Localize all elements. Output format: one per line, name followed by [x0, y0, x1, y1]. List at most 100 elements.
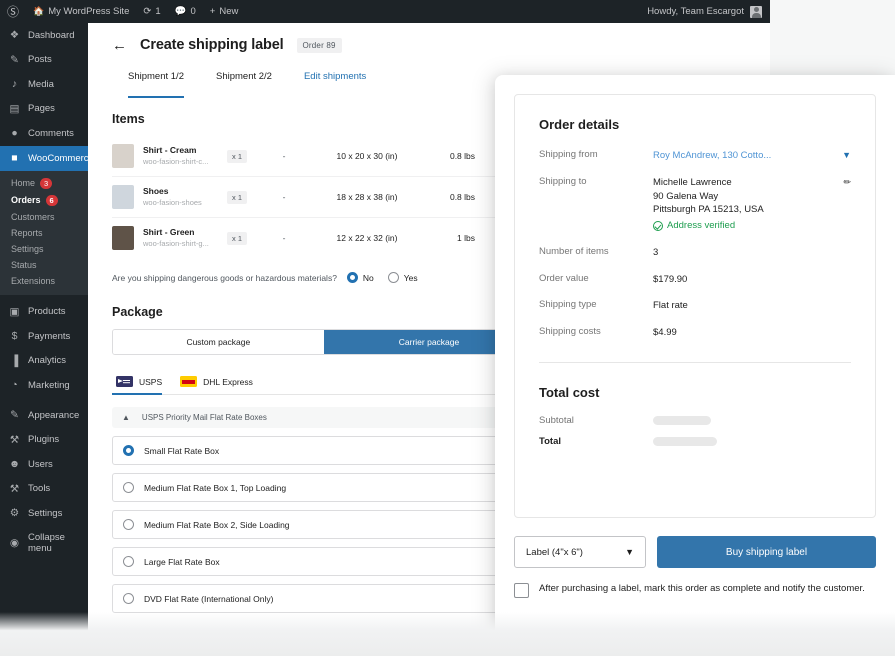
- buy-shipping-label-button[interactable]: Buy shipping label: [657, 536, 876, 568]
- carrier-tab-dhl-express[interactable]: DHL Express: [176, 371, 267, 394]
- comments-link[interactable]: 💬 0: [168, 0, 203, 23]
- submenu-badge: 3: [40, 178, 52, 189]
- sidebar-item-collapse-menu[interactable]: ◉Collapse menu: [0, 526, 88, 561]
- pencil-icon[interactable]: ✏: [835, 176, 851, 189]
- howdy-label: Howdy, Team Escargot: [647, 6, 744, 17]
- total-cost-row: Total: [539, 436, 851, 447]
- order-detail-label: Number of items: [539, 246, 653, 260]
- order-detail-value: $179.90: [653, 273, 851, 287]
- submenu-item-customers[interactable]: Customers: [0, 209, 88, 225]
- sidebar-item-media[interactable]: ♪Media: [0, 72, 88, 97]
- item-name-wrap: Shoeswoo-fasion-shoes: [143, 186, 225, 207]
- sidebar-item-analytics[interactable]: ▐ Analytics: [0, 349, 88, 374]
- submenu-item-extensions[interactable]: Extensions: [0, 273, 88, 289]
- box-name: Medium Flat Rate Box 2, Side Loading: [144, 520, 543, 530]
- radio-icon: [347, 272, 358, 283]
- sidebar-item-dashboard[interactable]: ❖Dashboard: [0, 23, 88, 48]
- mark-complete-checkbox[interactable]: [514, 583, 529, 598]
- sidebar-item-label: Settings: [28, 508, 62, 519]
- submenu-item-status[interactable]: Status: [0, 257, 88, 273]
- item-name: Shirt - Green: [143, 227, 225, 238]
- hazmat-option-yes[interactable]: Yes: [388, 272, 418, 283]
- sidebar-item-label: Comments: [28, 128, 74, 139]
- submenu-item-home[interactable]: Home3: [0, 175, 88, 192]
- page-title: Create shipping label: [140, 37, 284, 53]
- sidebar-item-plugins[interactable]: ⚒Plugins: [0, 428, 88, 453]
- box-radio-icon[interactable]: [123, 445, 134, 456]
- site-name-link[interactable]: 🏠 My WordPress Site: [26, 0, 136, 23]
- total-cost-label: Total: [539, 436, 653, 447]
- plus-icon: +: [210, 6, 216, 17]
- sidebar-item-payments[interactable]: $Payments: [0, 324, 88, 349]
- sidebar-item-pages[interactable]: ▤Pages: [0, 97, 88, 122]
- dashboard-icon: ❖: [8, 29, 21, 42]
- brush-icon: ✎: [8, 409, 21, 422]
- item-dash: -: [247, 151, 321, 161]
- box-name: Medium Flat Rate Box 1, Top Loading: [144, 483, 543, 493]
- shipment-tab-0[interactable]: Shipment 1/2: [112, 65, 200, 90]
- item-name: Shoes: [143, 186, 225, 197]
- submenu-badge: 6: [46, 195, 58, 206]
- wordpress-logo-button[interactable]: Ⓢ: [0, 0, 26, 23]
- plugin-icon: ⚒: [8, 434, 21, 447]
- hazmat-options[interactable]: No Yes: [347, 272, 418, 283]
- item-weight: 1 lbs: [413, 233, 475, 243]
- hazmat-question: Are you shipping dangerous goods or haza…: [112, 273, 337, 283]
- box-name: Small Flat Rate Box: [144, 446, 543, 456]
- total-cost-rows: SubtotalTotal: [539, 415, 851, 447]
- account-menu[interactable]: Howdy, Team Escargot: [647, 6, 770, 18]
- sidebar-item-label: Pages: [28, 103, 55, 114]
- hazmat-option-no[interactable]: No: [347, 272, 374, 283]
- shipping-from-value-wrap[interactable]: Roy McAndrew, 130 Cotto... ▼: [653, 149, 851, 163]
- item-dimensions: 12 x 22 x 32 (in): [321, 233, 413, 243]
- box-radio-icon[interactable]: [123, 593, 134, 604]
- submenu-item-label: Settings: [11, 244, 44, 254]
- sidebar-item-label: Collapse menu: [28, 532, 80, 555]
- order-detail-row: Shipping typeFlat rate: [539, 299, 851, 313]
- new-content-button[interactable]: + New: [203, 0, 246, 23]
- sidebar-item-appearance[interactable]: ✎ Appearance: [0, 403, 88, 428]
- sidebar-item-users[interactable]: ☻Users: [0, 452, 88, 477]
- item-name-wrap: Shirt - Greenwoo-fasion-shirt-g...: [143, 227, 225, 248]
- updates-count: 1: [155, 6, 160, 17]
- mark-complete-row: After purchasing a label, mark this orde…: [514, 583, 871, 598]
- label-format-select[interactable]: Label (4"x 6") ▼: [514, 536, 646, 568]
- sidebar-item-label: Posts: [28, 54, 52, 65]
- box-radio-icon[interactable]: [123, 556, 134, 567]
- back-arrow-icon[interactable]: ←: [112, 38, 127, 53]
- sidebar-item-comments[interactable]: ●Comments: [0, 121, 88, 146]
- pin-icon: ✎: [8, 54, 21, 67]
- order-detail-row: Number of items3: [539, 246, 851, 260]
- sidebar-item-tools[interactable]: ⚒Tools: [0, 477, 88, 502]
- sidebar-item-products[interactable]: ▣Products: [0, 300, 88, 325]
- submenu-item-settings[interactable]: Settings: [0, 241, 88, 257]
- chevron-down-icon: ▼: [625, 547, 634, 557]
- shipment-tab-1[interactable]: Shipment 2/2: [200, 65, 288, 90]
- modal-actions: Label (4"x 6") ▼ Buy shipping label: [514, 536, 876, 568]
- box-radio-icon[interactable]: [123, 519, 134, 530]
- admin-sidebar[interactable]: ❖Dashboard ✎ Posts ♪Media▤Pages●Comments■Wo…: [0, 23, 88, 633]
- order-details-panel: Order details Shipping from Roy McAndrew…: [495, 75, 895, 656]
- item-sku: woo-fasion-shirt-c...: [143, 157, 215, 167]
- item-qty: x 1: [227, 232, 247, 245]
- item-thumbnail: [112, 144, 134, 168]
- sidebar-item-label: Analytics: [28, 355, 66, 366]
- item-dash: -: [247, 233, 321, 243]
- package-tab-0[interactable]: Custom package: [113, 330, 324, 354]
- updates-link[interactable]: ⟳ 1: [136, 0, 167, 23]
- marketing-icon: ◔: [8, 379, 21, 392]
- analytics-icon: ▐: [8, 355, 21, 368]
- comment-icon: 💬: [175, 6, 187, 17]
- sidebar-item-label: Appearance: [28, 410, 79, 421]
- sidebar-item-settings[interactable]: ⚙Settings: [0, 501, 88, 526]
- item-thumbnail: [112, 185, 134, 209]
- sidebar-item-woocommerce[interactable]: ■WooCommerce: [0, 146, 88, 171]
- sidebar-item-posts[interactable]: ✎ Posts: [0, 48, 88, 73]
- shipment-tab-2[interactable]: Edit shipments: [288, 65, 382, 90]
- order-details-title: Order details: [539, 117, 851, 132]
- submenu-item-reports[interactable]: Reports: [0, 225, 88, 241]
- carrier-tab-usps[interactable]: USPS: [112, 371, 176, 394]
- submenu-item-orders[interactable]: Orders6: [0, 192, 88, 209]
- box-radio-icon[interactable]: [123, 482, 134, 493]
- sidebar-item-marketing[interactable]: ◔Marketing: [0, 373, 88, 398]
